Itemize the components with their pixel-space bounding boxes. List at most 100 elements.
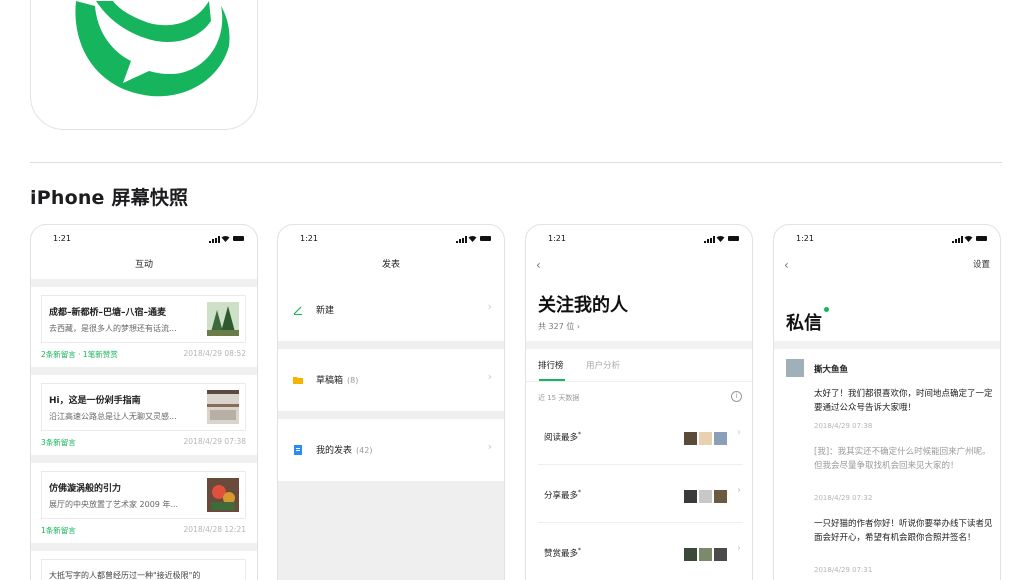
rank-most-read[interactable]: 阅读最多* › <box>538 407 743 465</box>
message-date: 2018/4/29 07:31 <box>814 566 873 574</box>
screenshot-messages: 1:21 ‹ 设置 私信 撕大鱼鱼 太好了！我们都很喜欢你，时间地点确定了一定要… <box>773 224 1001 580</box>
screenshot-interact: 1:21 互动 成都–新都桥–巴塘–八宿–通麦 去西藏，是很多人的梦想还有话流.… <box>30 224 258 580</box>
rank-label: 阅读最多 <box>544 433 579 443</box>
drafts-item[interactable]: 草稿箱 (8) › <box>278 349 504 411</box>
city-thumbnail <box>207 390 239 424</box>
item-stats: 2条新留言 · 1笔新赞赏 <box>41 350 118 359</box>
item-label: 新建 <box>316 306 335 316</box>
message-date: 2018/4/29 07:38 <box>814 422 873 430</box>
back-chevron-icon[interactable]: ‹ <box>536 251 541 279</box>
chevron-right-icon: › <box>487 300 492 313</box>
settings-button[interactable]: 设置 <box>973 251 990 279</box>
screenshot-followers: 1:21 ‹ 关注我的人 共 327 位 › 排行榜 用户分析 近 15 天数据… <box>525 224 753 580</box>
rank-most-tipped[interactable]: 赞赏最多* › <box>538 523 743 580</box>
item-label: 草稿箱 <box>316 376 344 386</box>
item-stats: 1条新留言 <box>41 526 76 535</box>
my-posts-item[interactable]: 我的发表 (42) › <box>278 419 504 481</box>
screenshots-section-title: iPhone 屏幕快照 <box>30 187 189 209</box>
flower-thumbnail <box>207 478 239 512</box>
chevron-right-icon: › <box>737 543 741 554</box>
folder-icon <box>293 377 303 384</box>
status-bar: 1:21 <box>774 225 1000 251</box>
publish-menu: 新建 › 草稿箱 (8) › 我的发表 (42) › <box>278 279 504 580</box>
signal-icon <box>209 236 220 243</box>
unread-dot <box>824 307 829 312</box>
avatar-group <box>682 486 727 505</box>
item-title: 仿佛漩涡般的引力 <box>49 484 122 494</box>
sender-name: 撕大鱼鱼 <box>814 365 849 375</box>
avatar[interactable] <box>786 359 804 377</box>
info-icon[interactable]: i <box>731 391 742 402</box>
item-date: 2018/4/29 07:38 <box>183 437 246 446</box>
message-text: 太好了！我们都很喜欢你，时间地点确定了一定要通过公众号告诉大家哦！ <box>814 389 993 413</box>
list-item[interactable]: 仿佛漩涡般的引力 展厅的中央放置了艺术家 2009 年... <box>41 471 246 519</box>
item-meta: 2条新留言 · 1笔新赞赏 2018/4/29 08:52 <box>41 349 246 363</box>
battery-icon <box>976 236 987 241</box>
battery-icon <box>728 236 739 241</box>
pen-icon <box>293 306 302 315</box>
list-item[interactable]: Hi，这是一份剁手指南 沿江高速公路总是让人无聊又灵感... <box>41 383 246 431</box>
app-icon <box>30 0 258 130</box>
screenshot-publish: 1:21 发表 新建 › 草稿箱 (8) › 我的发表 (42) › <box>277 224 505 580</box>
status-time: 1:21 <box>53 234 71 243</box>
wifi-icon <box>468 235 477 242</box>
item-snippet: 展厅的中央放置了艺术家 2009 年... <box>49 500 179 509</box>
signal-icon <box>952 236 963 243</box>
battery-icon <box>480 236 491 241</box>
reply-text: [我]：我其实还不确定什么时候能回来广州呢。但我会尽量争取找机会回来见大家的！ <box>814 447 991 471</box>
avatar-group <box>682 544 727 563</box>
section-divider <box>30 162 1002 163</box>
item-title: Hi，这是一份剁手指南 <box>49 396 141 406</box>
rank-most-shared[interactable]: 分享最多* › <box>538 465 743 523</box>
message-list: 成都–新都桥–巴塘–八宿–通麦 去西藏，是很多人的梦想还有话流... 2条新留言… <box>31 279 257 580</box>
item-count: (8) <box>347 376 359 385</box>
status-bar: 1:21 <box>526 225 752 251</box>
item-title: 大抵写字的人都曾经历过一种"接近极限"的 <box>49 571 201 580</box>
signal-icon <box>456 236 467 243</box>
message-date: 2018/4/29 07:32 <box>814 494 873 502</box>
chevron-right-icon: › <box>737 485 741 496</box>
wifi-icon <box>716 235 725 242</box>
item-stats: 3条新留言 <box>41 438 76 447</box>
tab-user-analysis[interactable]: 用户分析 <box>586 359 620 371</box>
rank-label: 赞赏最多 <box>544 549 579 559</box>
item-count: (42) <box>356 446 373 455</box>
chevron-right-icon: › <box>487 440 492 453</box>
follower-count[interactable]: 共 327 位 › <box>538 321 580 332</box>
item-meta: 3条新留言 2018/4/29 07:38 <box>41 437 246 451</box>
list-item[interactable]: 成都–新都桥–巴塘–八宿–通麦 去西藏，是很多人的梦想还有话流... <box>41 295 246 343</box>
list-item[interactable]: 大抵写字的人都曾经历过一种"接近极限"的 <box>41 559 246 580</box>
avatar-group <box>682 428 727 447</box>
new-article-item[interactable]: 新建 › <box>278 279 504 341</box>
item-snippet: 沿江高速公路总是让人无聊又灵感... <box>49 412 177 421</box>
message-text: 一只好猫的作者你好！听说你要举办线下读者见面会好开心，希望有机会跟你合照并签名！ <box>814 519 993 543</box>
signal-icon <box>704 236 715 243</box>
item-title: 成都–新都桥–巴塘–八宿–通麦 <box>49 308 167 318</box>
item-date: 2018/4/28 12:21 <box>183 525 246 534</box>
document-icon <box>294 445 302 455</box>
page-title: 私信 <box>786 313 822 334</box>
rank-label: 分享最多 <box>544 491 579 501</box>
back-chevron-icon[interactable]: ‹ <box>784 251 789 279</box>
wifi-icon <box>964 235 973 242</box>
nav-bar: ‹ <box>526 251 752 279</box>
nav-title: 发表 <box>381 260 400 270</box>
chevron-right-icon: › <box>487 370 492 383</box>
page-title: 关注我的人 <box>538 295 628 316</box>
item-date: 2018/4/29 08:52 <box>183 349 246 358</box>
chat-bubble-logo-icon <box>75 1 230 97</box>
status-time: 1:21 <box>300 234 318 243</box>
nav-title: 互动 <box>134 260 153 270</box>
wifi-icon <box>221 235 230 242</box>
battery-icon <box>233 236 244 241</box>
chevron-right-icon: › <box>737 427 741 438</box>
status-bar: 1:21 <box>278 225 504 251</box>
nav-bar: ‹ 设置 <box>774 251 1000 279</box>
tab-ranking[interactable]: 排行榜 <box>538 359 564 371</box>
data-range-label: 近 15 天数据 <box>538 394 580 402</box>
status-time: 1:21 <box>796 234 814 243</box>
item-snippet: 去西藏，是很多人的梦想还有话流... <box>49 324 177 333</box>
status-time: 1:21 <box>548 234 566 243</box>
forest-thumbnail <box>207 302 239 336</box>
status-bar: 1:21 <box>31 225 257 251</box>
